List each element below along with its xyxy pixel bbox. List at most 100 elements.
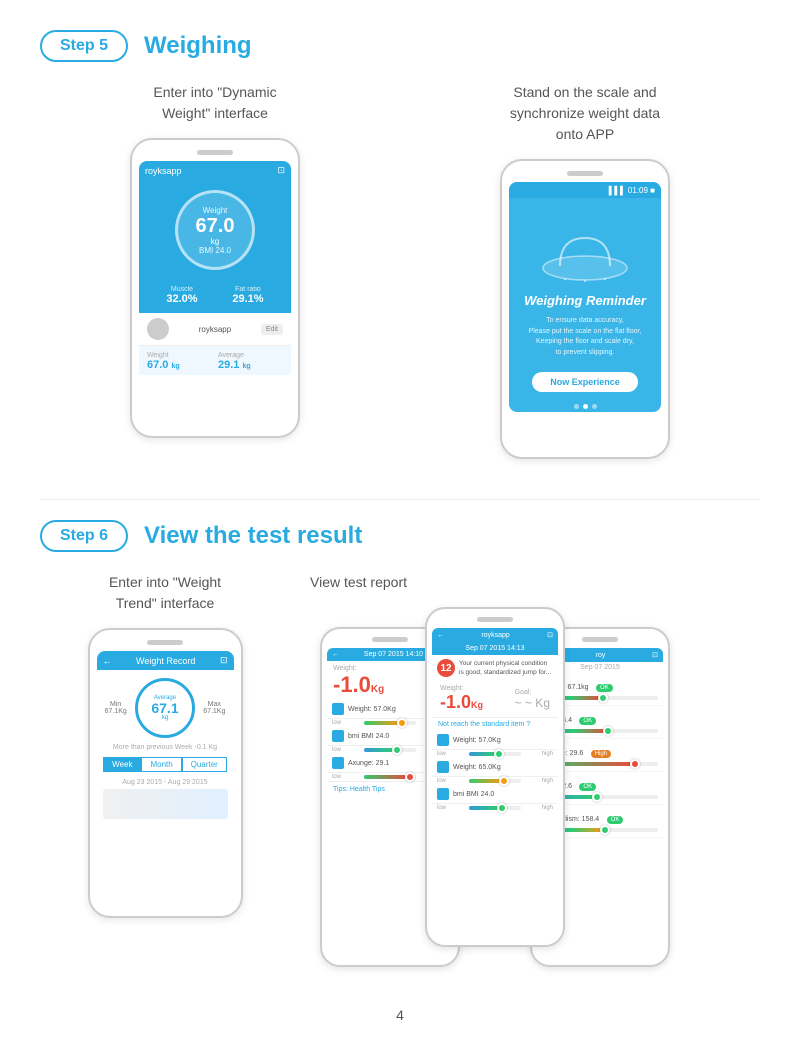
data-row-bottom: Weight 67.0 kg Average 29.1 kg <box>139 346 291 375</box>
muscle-metric: Muscle 32.0% <box>166 286 197 305</box>
metrics-row: Muscle 32.0% Fat ratio 29.1% <box>139 282 291 313</box>
dot1 <box>574 404 579 409</box>
icon-c3 <box>437 788 449 800</box>
step5-content: Enter into "DynamicWeight" interface roy… <box>40 82 760 459</box>
wt-avg-circle: Average 67.1 kg <box>135 678 195 738</box>
wt-menu-icon[interactable]: ⊡ <box>220 655 228 666</box>
step5-screen2: ▌▌▌ 01:09 ■ <box>509 182 661 412</box>
std-label: Not reach the standard item ? <box>432 718 558 731</box>
alert-text: Your current physical condition is good,… <box>459 659 553 677</box>
step6-header: Step 6 View the test result <box>40 520 760 552</box>
wr-dots <box>574 404 597 409</box>
track1 <box>364 721 416 725</box>
section-divider <box>40 499 760 500</box>
ps-left <box>372 637 408 642</box>
step6-phone1: ← Weight Record ⊡ Min 67.1Kg Average 67.… <box>88 628 243 918</box>
data-weight: Weight 67.0 kg <box>147 352 212 371</box>
tab-quarter[interactable]: Quarter <box>182 757 227 772</box>
phone-speaker3 <box>147 640 183 645</box>
step6-content: Enter into "WeightTrend" interface ← Wei… <box>40 572 760 967</box>
wt-more: More than previous Week -0.1 Kg <box>97 742 234 753</box>
step6-title: View the test result <box>144 522 362 550</box>
wt-max: Max 67.1Kg <box>203 701 225 715</box>
wr-title: Weighing Reminder <box>524 293 646 308</box>
step6-screen1: ← Weight Record ⊡ Min 67.1Kg Average 67.… <box>97 651 234 891</box>
step6-badge: Step 6 <box>40 520 128 552</box>
fat-metric: Fat ratio 29.1% <box>232 286 263 305</box>
weight-tag: OK <box>596 684 613 692</box>
scale-icon-area <box>540 228 630 283</box>
step5-screen1: royksapp ⊡ Weight 67.0 kg BMI 24.0 <box>139 161 291 391</box>
fat-label: Fat ratio <box>232 286 263 293</box>
wr-btn[interactable]: Now Experience <box>532 372 638 392</box>
bmi-tag: OK <box>579 717 596 725</box>
wr-desc: To ensure data accuracy,Please put the s… <box>517 316 654 358</box>
icon-sq2 <box>332 730 344 742</box>
edit-btn[interactable]: Edit <box>261 324 283 335</box>
weight-circle-area: Weight 67.0 kg BMI 24.0 <box>139 180 291 282</box>
step5-header: Step 5 Weighing <box>40 30 760 62</box>
wb-goal-value: ~ ~ Kg <box>515 696 550 710</box>
wr-topbar: ▌▌▌ 01:09 ■ <box>509 182 661 198</box>
wb-weight-label: Weight: <box>440 685 483 692</box>
ps-right <box>582 637 618 642</box>
step5-col2-caption: Stand on the scale andsynchronize weight… <box>510 82 660 145</box>
step6-col2-caption: View test report <box>310 572 407 593</box>
data-label2: Average <box>218 352 283 359</box>
data-val1: 67.0 kg <box>147 359 212 371</box>
data-average: Average 29.1 kg <box>218 352 283 371</box>
step6-col2: View test report ← Sep 07 2015 14:10 Wei… <box>310 572 760 967</box>
phone-speaker <box>197 150 233 155</box>
tab-week[interactable]: Week <box>103 757 141 772</box>
step5-col1-caption: Enter into "DynamicWeight" interface <box>153 82 276 124</box>
step5-col2: Stand on the scale andsynchronize weight… <box>410 82 760 459</box>
scale-icon <box>540 228 630 283</box>
weight-circle: Weight 67.0 kg BMI 24.0 <box>175 190 255 270</box>
topbar-icons: ⊡ <box>277 165 285 176</box>
mini-screen-center: ← royksapp ⊡ Sep 07 2015 14:13 12 Your c… <box>432 628 558 908</box>
step5-phone2: ▌▌▌ 01:09 ■ <box>500 159 670 459</box>
date-center: Sep 07 2015 14:13 <box>432 642 558 655</box>
weight-unit: kg <box>211 237 219 246</box>
back-left[interactable]: ← <box>332 651 339 658</box>
tab-month[interactable]: Month <box>141 757 181 772</box>
wt-date: Aug 23 2015 - Aug 29 2015 <box>97 776 234 789</box>
ps-center <box>477 617 513 622</box>
dot3 <box>592 404 597 409</box>
avatar <box>147 318 169 340</box>
wt-average-row: Min 67.1Kg Average 67.1 kg Max 67.1Kg <box>97 670 234 742</box>
step5-phone1: royksapp ⊡ Weight 67.0 kg BMI 24.0 <box>130 138 300 438</box>
axunge-tag: High <box>591 750 611 758</box>
weight-value: 67.0 <box>196 215 235 237</box>
back-center[interactable]: ← <box>437 632 444 639</box>
weight-label: Weight <box>203 206 228 215</box>
icon-c2 <box>437 761 449 773</box>
step6-col1: Enter into "WeightTrend" interface ← Wei… <box>40 572 290 967</box>
wt-tabs[interactable]: Week Month Quarter <box>103 757 228 772</box>
weight-unit-left: Kg <box>371 684 384 695</box>
row1-center: Weight: 57.0Kg <box>432 731 558 750</box>
step5-title: Weighing <box>144 32 252 60</box>
bmi-label-center: bmi BMI 24.0 <box>453 791 553 798</box>
back-icon[interactable]: ← <box>103 656 112 666</box>
bone-tag: OK <box>579 783 596 791</box>
data-label1: Weight <box>147 352 212 359</box>
bmi-label: BMI 24.0 <box>199 246 231 255</box>
alert-num: 12 <box>437 659 455 677</box>
page-number: 4 <box>40 1007 760 1023</box>
wt-topbar: ← Weight Record ⊡ <box>97 651 234 670</box>
meta-tag: OK <box>607 816 624 824</box>
muscle-label: Muscle <box>166 286 197 293</box>
app-name-label: royksapp <box>145 166 182 176</box>
icon-sq3 <box>332 757 344 769</box>
step6-phone-center: ← royksapp ⊡ Sep 07 2015 14:13 12 Your c… <box>425 607 565 947</box>
row2-label-center: Weight: 65.0Kg <box>453 764 553 771</box>
wt-min: Min 67.1Kg <box>105 701 127 715</box>
weight-big-row: Weight: -1.0Kg Goal: ~ ~ Kg <box>432 681 558 718</box>
bar2-center: low high <box>432 777 558 785</box>
step6-section: Step 6 View the test result Enter into "… <box>40 520 760 967</box>
row2-center: Weight: 65.0Kg <box>432 758 558 777</box>
step5-section: Step 5 Weighing Enter into "DynamicWeigh… <box>40 30 760 459</box>
alert-row: 12 Your current physical condition is go… <box>432 655 558 681</box>
user-row: royksapp Edit <box>139 313 291 346</box>
